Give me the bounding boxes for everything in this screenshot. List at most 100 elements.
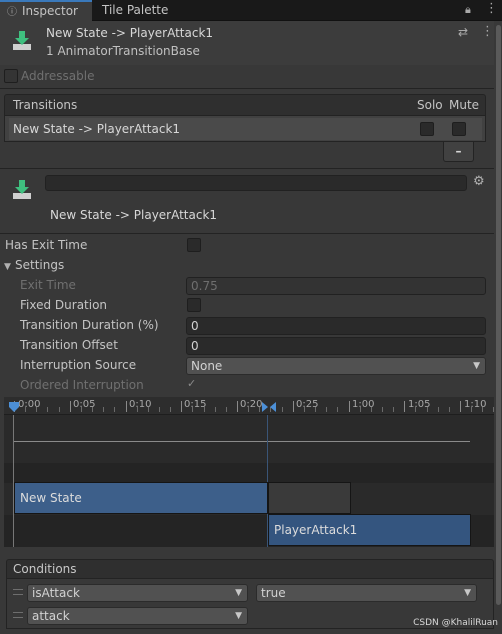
minor-tick	[147, 407, 149, 412]
ordered-interruption-label: Ordered Interruption	[20, 378, 144, 392]
drag-handle-icon[interactable]	[13, 612, 23, 618]
transition-name-field[interactable]	[45, 175, 467, 191]
timeline-graph[interactable]: New State PlayerAttack1	[4, 415, 498, 547]
inspector-header: New State -> PlayerAttack1 1 AnimatorTra…	[0, 21, 502, 65]
condition-value-dropdown[interactable]: true ▼	[256, 584, 477, 602]
info-icon: ⓘ	[7, 7, 17, 18]
minor-tick	[393, 407, 395, 412]
mute-checkbox[interactable]	[452, 122, 466, 136]
minor-tick	[337, 407, 339, 412]
dest-state-bar[interactable]: PlayerAttack1	[268, 514, 471, 546]
minor-tick	[203, 407, 205, 412]
has-exit-time-checkbox[interactable]	[187, 238, 201, 252]
minor-tick	[326, 407, 328, 412]
tab-tile-palette-label: Tile Palette	[102, 3, 169, 17]
blend-curve-line	[14, 441, 470, 442]
chevron-down-icon: ▼	[473, 361, 480, 371]
transition-range-handle-icon[interactable]	[261, 401, 277, 413]
minor-tick	[426, 407, 428, 412]
settings-foldout-arrow-icon[interactable]: ▼	[4, 262, 11, 272]
scrollbar[interactable]	[494, 21, 502, 634]
ordered-interruption-checkmark-icon[interactable]: ✓	[187, 377, 196, 390]
settings-foldout[interactable]: Settings	[15, 258, 64, 272]
divider	[0, 233, 502, 234]
major-tick	[292, 401, 294, 412]
source-state-label: New State	[20, 491, 82, 505]
mute-column-label: Mute	[449, 98, 480, 112]
minor-tick	[315, 407, 317, 412]
transitions-heading: Transitions	[13, 98, 78, 112]
transition-duration-field[interactable]: 0	[186, 317, 486, 335]
solo-column-label: Solo	[417, 98, 443, 112]
scrollbar-thumb[interactable]	[496, 25, 501, 605]
minor-tick	[303, 407, 305, 412]
transition-row[interactable]: New State -> PlayerAttack1	[9, 118, 482, 140]
transition-caption: New State -> PlayerAttack1	[50, 208, 218, 222]
transition-offset-field[interactable]: 0	[186, 337, 486, 355]
more-menu-icon[interactable]: ⋮	[485, 1, 498, 16]
timeline-cursor	[13, 415, 14, 547]
tab-inspector-label: Inspector	[22, 4, 78, 18]
tab-tile-palette[interactable]: Tile Palette	[94, 0, 194, 21]
interruption-source-value: None	[191, 359, 223, 373]
minor-tick	[281, 407, 283, 412]
drag-handle-icon[interactable]	[13, 589, 23, 595]
interruption-source-dropdown[interactable]: None ▼	[186, 357, 486, 375]
minor-tick	[214, 407, 216, 412]
condition-parameter-value: attack	[32, 609, 70, 623]
minor-tick	[381, 407, 383, 412]
minor-tick	[471, 407, 473, 412]
major-tick	[404, 401, 406, 412]
source-state-bar[interactable]: New State	[14, 482, 268, 514]
gear-icon[interactable]: ⚙︎	[473, 174, 485, 189]
conditions-heading: Conditions	[13, 562, 77, 576]
minor-tick	[170, 407, 172, 412]
minor-tick	[370, 407, 372, 412]
major-tick	[348, 401, 350, 412]
chevron-down-icon: ▼	[235, 588, 242, 598]
preset-icon[interactable]: ⇄	[458, 25, 468, 39]
lock-icon[interactable]: 🔒︎	[465, 3, 471, 17]
conditions-header: Conditions	[6, 559, 494, 579]
transition-icon	[13, 180, 31, 199]
divider	[0, 88, 502, 89]
minor-tick	[225, 407, 227, 412]
minor-tick	[136, 407, 138, 412]
header-subtitle: 1 AnimatorTransitionBase	[46, 44, 200, 58]
remove-transition-button[interactable]: –	[443, 142, 474, 162]
tab-bar: ⓘ Inspector Tile Palette 🔒︎ ⋮	[0, 0, 502, 21]
minor-tick	[192, 407, 194, 412]
watermark: CSDN @KhalilRuan	[413, 618, 498, 628]
condition-parameter-dropdown[interactable]: isAttack ▼	[27, 584, 248, 602]
condition-parameter-value: isAttack	[32, 586, 80, 600]
interruption-source-label: Interruption Source	[20, 358, 137, 372]
minor-tick	[248, 407, 250, 412]
transition-offset-label: Transition Offset	[20, 338, 118, 352]
minor-tick	[47, 407, 49, 412]
minor-tick	[80, 407, 82, 412]
minor-tick	[92, 407, 94, 412]
minor-tick	[36, 407, 38, 412]
timeline-ruler[interactable]: 0:00 0:05 0:10 0:15 0:20 0:25 1:00 1:05 …	[4, 397, 498, 415]
minor-tick	[58, 407, 60, 412]
addressable-label: Addressable	[21, 69, 95, 83]
transitions-list-header: Transitions Solo Mute	[4, 94, 486, 116]
condition-parameter-dropdown[interactable]: attack ▼	[27, 607, 248, 625]
minor-tick	[415, 407, 417, 412]
exit-time-field[interactable]: 0.75	[186, 277, 486, 295]
fixed-duration-label: Fixed Duration	[20, 298, 108, 312]
fixed-duration-checkbox[interactable]	[187, 298, 201, 312]
tab-inspector[interactable]: ⓘ Inspector	[0, 0, 92, 21]
transition-icon	[13, 31, 31, 50]
dest-state-label: PlayerAttack1	[274, 523, 358, 537]
solo-checkbox[interactable]	[420, 122, 434, 136]
major-tick	[237, 401, 238, 412]
condition-value: true	[261, 586, 286, 600]
exit-time-label: Exit Time	[20, 278, 76, 292]
major-tick	[69, 401, 71, 412]
transition-duration-label: Transition Duration (%)	[20, 318, 159, 332]
addressable-checkbox[interactable]	[4, 69, 18, 83]
chevron-down-icon: ▼	[464, 588, 471, 598]
start-marker-icon[interactable]	[8, 401, 20, 413]
context-menu-icon[interactable]: ⋮	[481, 24, 494, 39]
